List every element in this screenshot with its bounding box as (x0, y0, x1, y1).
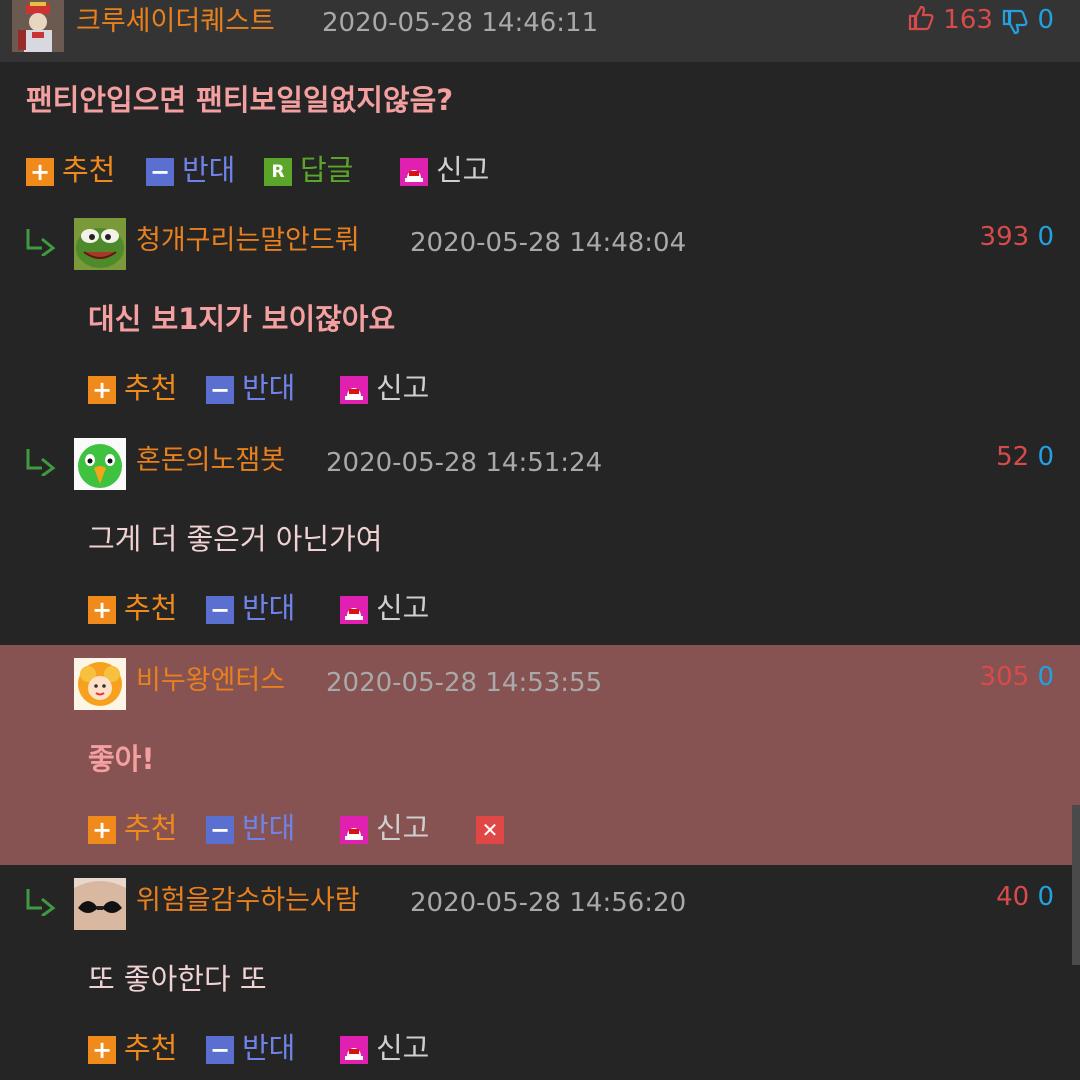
avatar[interactable] (74, 658, 126, 710)
post-dislikes: 0 (1037, 5, 1054, 35)
comment-dislikes[interactable]: 0 (1037, 222, 1054, 252)
comment-actions: + 추천 − 반대 신고 (88, 588, 448, 628)
plus-icon: + (88, 596, 116, 624)
recommend-label: 추천 (62, 153, 116, 187)
report-label: 신고 (436, 153, 490, 187)
comment-author-nickname[interactable]: 청개구리는말안드뤄 (136, 227, 360, 254)
comment-likes[interactable]: 40 (996, 882, 1029, 912)
scrollbar[interactable] (1072, 805, 1080, 965)
comment-date: 2020-05-28 14:53:55 (326, 668, 603, 698)
comment-body: 그게 더 좋은거 아닌가여 (88, 522, 383, 556)
frog-avatar-icon (74, 218, 126, 270)
comment-dislikes[interactable]: 0 (1037, 882, 1054, 912)
thumbs-up-icon[interactable] (907, 4, 935, 32)
plus-icon: + (88, 1036, 116, 1064)
thumbs-down-icon[interactable] (1001, 8, 1029, 36)
plus-icon: + (88, 816, 116, 844)
recommend-label: 추천 (124, 1031, 178, 1065)
minus-icon: − (206, 816, 234, 844)
comment-date: 2020-05-28 14:51:24 (326, 448, 603, 478)
photo-avatar-icon (74, 878, 126, 930)
comment-actions: + 추천 − 반대 신고 (88, 1028, 448, 1068)
report-label: 신고 (376, 591, 430, 625)
reply-r-icon: R (264, 158, 292, 186)
avatar[interactable] (74, 438, 126, 490)
oppose-label: 반대 (242, 371, 296, 405)
comment-actions: + 추천 − 반대 신고 ✕ (88, 808, 518, 848)
plus-icon: + (26, 158, 54, 186)
oppose-label: 반대 (242, 811, 296, 845)
comment-score: 52 0 (996, 444, 1054, 470)
post-actions: + 추천 − 반대 R 답글 신고 (26, 150, 506, 190)
comment-date: 2020-05-28 14:56:20 (410, 888, 687, 918)
siren-icon (340, 596, 368, 624)
comment-likes[interactable]: 52 (996, 442, 1029, 472)
comment-actions: + 추천 − 반대 신고 (88, 368, 448, 408)
post-body: 팬티안입으면 팬티보일일없지않음? (26, 83, 454, 117)
comment-author-nickname[interactable]: 혼돈의노잼봇 (136, 447, 285, 474)
reply-arrow-icon (26, 889, 56, 916)
comment-body: 대신 보1지가 보이잖아요 (88, 302, 396, 336)
plus-icon: + (88, 376, 116, 404)
avatar-crusader-icon (12, 0, 64, 52)
post-author-nickname[interactable]: 크루세이더퀘스트 (76, 8, 275, 35)
comment-score: 40 0 (996, 884, 1054, 910)
reply-arrow-icon (26, 229, 56, 256)
siren-icon (400, 158, 428, 186)
comment-likes[interactable]: 393 (980, 222, 1030, 252)
report-label: 신고 (376, 371, 430, 405)
avatar[interactable] (12, 0, 64, 52)
oppose-label: 반대 (242, 1031, 296, 1065)
comment-author-nickname[interactable]: 비누왕엔터스 (136, 667, 285, 694)
post-score: 163 0 (907, 4, 1054, 36)
close-icon: ✕ (476, 816, 504, 844)
reply-arrow-icon (26, 449, 56, 476)
minus-icon: − (206, 596, 234, 624)
comment-score: 305 0 (980, 664, 1054, 690)
comment-dislikes[interactable]: 0 (1037, 662, 1054, 692)
avatar[interactable] (74, 878, 126, 930)
minus-icon: − (206, 1036, 234, 1064)
comment-date: 2020-05-28 14:48:04 (410, 228, 687, 258)
reply-label: 답글 (300, 153, 354, 187)
avatar[interactable] (74, 218, 126, 270)
comment-author-nickname[interactable]: 위험을감수하는사람 (136, 887, 360, 914)
recommend-label: 추천 (124, 371, 178, 405)
comment-body: 또 좋아한다 또 (88, 962, 267, 996)
minus-icon: − (206, 376, 234, 404)
comment-dislikes[interactable]: 0 (1037, 442, 1054, 472)
siren-icon (340, 1036, 368, 1064)
post-likes: 163 (943, 5, 993, 35)
post-date: 2020-05-28 14:46:11 (322, 8, 599, 38)
delete-button[interactable]: ✕ (476, 808, 504, 848)
comment-body: 좋아! (88, 742, 155, 776)
comment-score: 393 0 (980, 224, 1054, 250)
flower-avatar-icon (74, 658, 126, 710)
report-label: 신고 (376, 811, 430, 845)
siren-icon (340, 376, 368, 404)
oppose-label: 반대 (242, 591, 296, 625)
minus-icon: − (146, 158, 174, 186)
recommend-label: 추천 (124, 811, 178, 845)
oppose-label: 반대 (182, 153, 236, 187)
comment-likes[interactable]: 305 (980, 662, 1030, 692)
parrot-avatar-icon (74, 438, 126, 490)
siren-icon (340, 816, 368, 844)
report-label: 신고 (376, 1031, 430, 1065)
recommend-label: 추천 (124, 591, 178, 625)
